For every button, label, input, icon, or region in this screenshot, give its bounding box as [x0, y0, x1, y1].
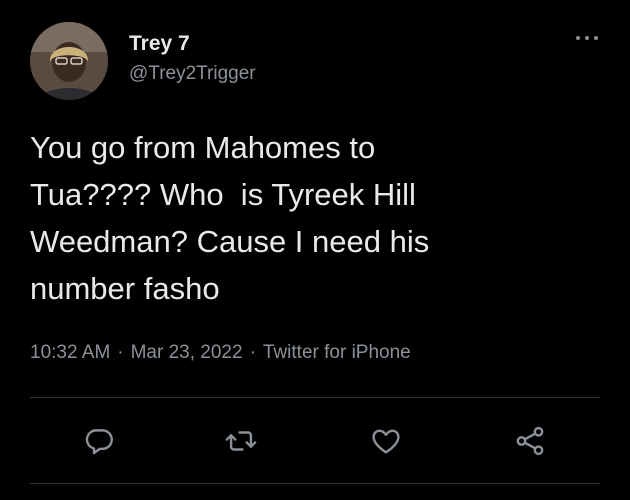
tweet-source[interactable]: Twitter for iPhone — [263, 342, 411, 363]
tweet-card: Trey 7 @Trey2Trigger You go from Mahomes… — [0, 0, 630, 500]
avatar-image — [30, 22, 108, 100]
tweet-time[interactable]: 10:32 AM — [30, 342, 110, 363]
bottom-divider — [30, 483, 600, 484]
share-icon[interactable] — [513, 424, 547, 458]
meta-separator: · — [117, 342, 124, 363]
retweet-icon[interactable] — [224, 424, 258, 458]
like-icon[interactable] — [369, 424, 403, 458]
meta-separator: · — [249, 342, 256, 363]
tweet-metadata: 10:32 AM · Mar 23, 2022 · Twitter for iPhone — [30, 342, 411, 364]
author-handle[interactable]: @Trey2Trigger — [129, 63, 256, 85]
action-bar — [0, 420, 630, 460]
divider — [30, 397, 600, 398]
tweet-date[interactable]: Mar 23, 2022 — [131, 342, 243, 363]
avatar[interactable] — [30, 22, 108, 100]
tweet-text: You go from Mahomes to Tua???? Who is Ty… — [30, 130, 430, 306]
author-display-name[interactable]: Trey 7 — [129, 32, 190, 56]
reply-icon[interactable] — [82, 424, 116, 458]
more-options-icon[interactable] — [572, 28, 602, 48]
